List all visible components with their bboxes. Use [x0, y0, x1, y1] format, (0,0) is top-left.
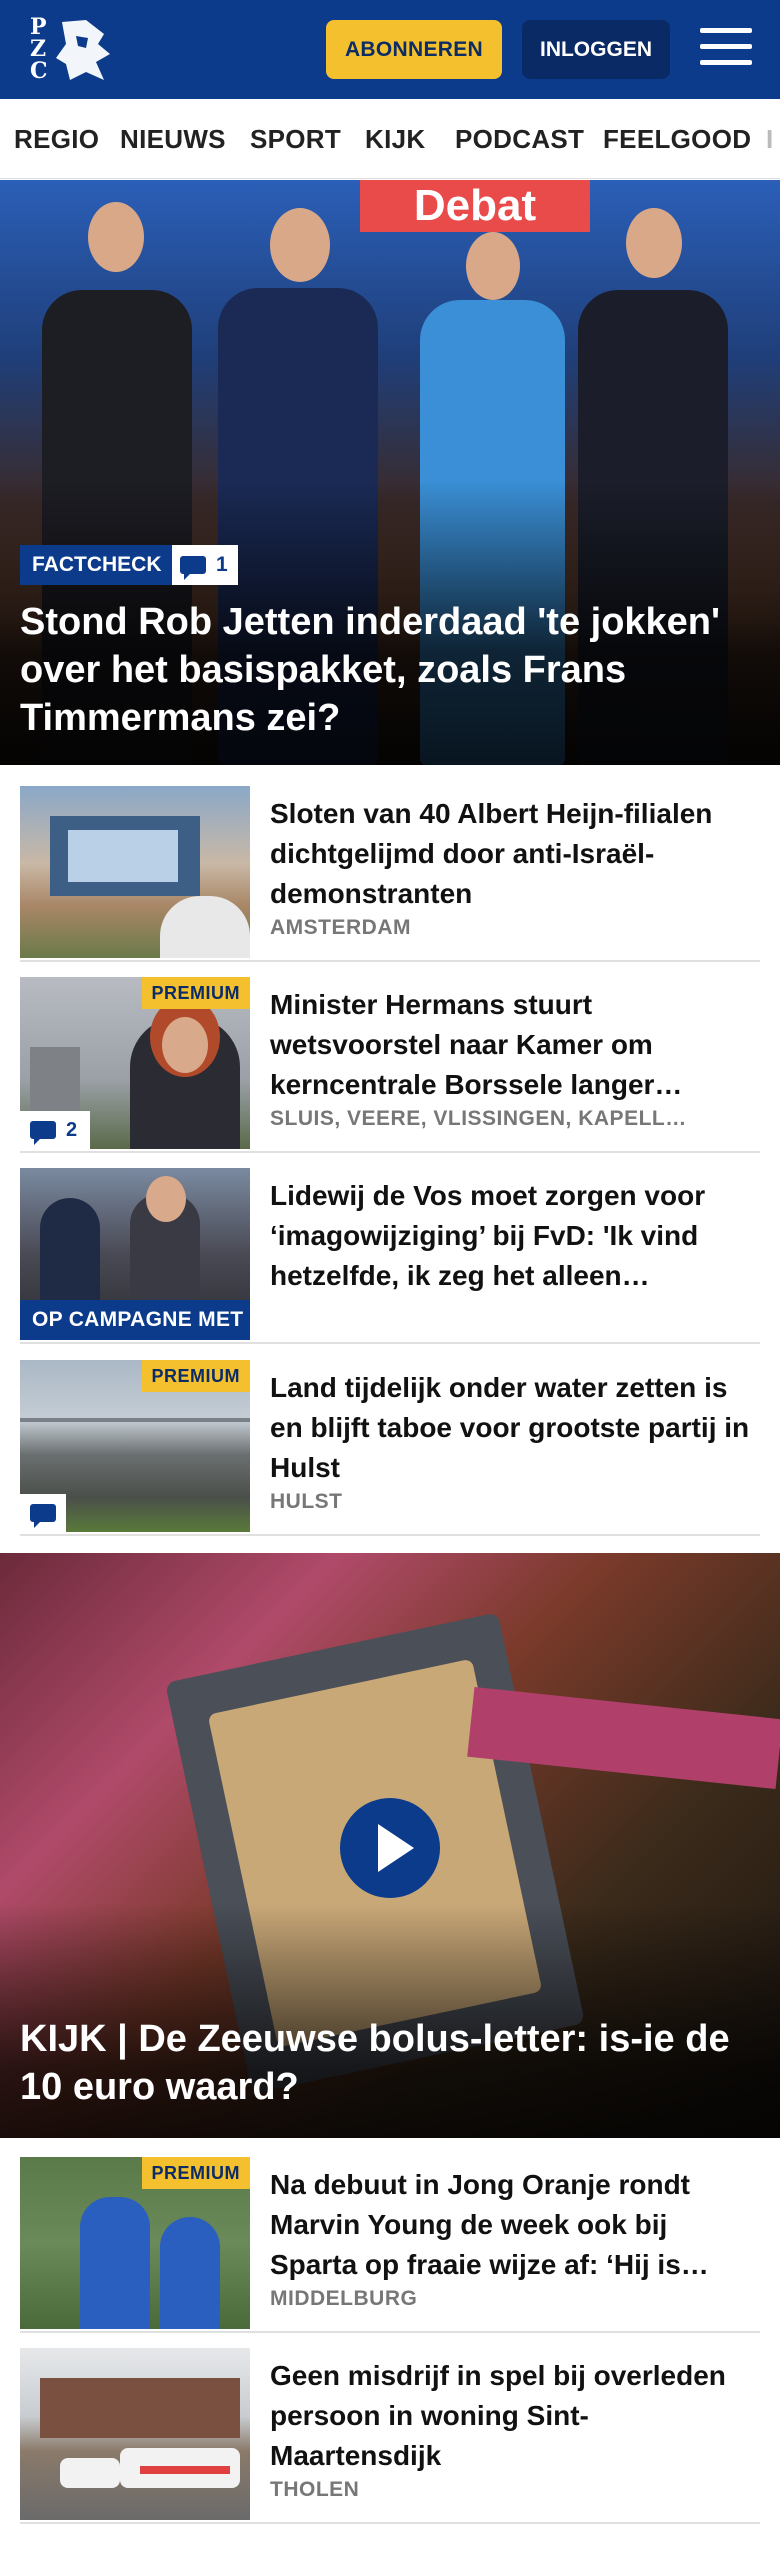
pzc-logo[interactable]: PZC — [26, 14, 116, 86]
comment-icon — [30, 1504, 56, 1528]
article-thumbnail — [20, 2348, 250, 2520]
hero-comment-count: 1 — [216, 553, 228, 576]
subscribe-button[interactable]: ABONNEREN — [326, 20, 502, 79]
article-thumbnail — [20, 786, 250, 958]
site-header: PZC ABONNEREN INLOGGEN — [0, 0, 780, 99]
hero-head-2 — [270, 208, 330, 282]
premium-badge: PREMIUM — [141, 977, 250, 1009]
nav-item-more[interactable]: I — [766, 99, 774, 178]
nav-item-sport[interactable]: SPORT — [250, 99, 341, 178]
list-item[interactable]: PREMIUM 2 Minister Hermans stuurt wetsvo… — [20, 977, 760, 1153]
article-title[interactable]: Lidewij de Vos moet zorgen voor ‘imagowi… — [270, 1176, 750, 1296]
list-item[interactable]: Sloten van 40 Albert Heijn-filialen dich… — [20, 786, 760, 962]
nav-item-kijk[interactable]: KIJK — [365, 99, 425, 178]
premium-badge: PREMIUM — [141, 1360, 250, 1392]
article-title[interactable]: Land tijdelijk onder water zetten is en … — [270, 1368, 750, 1488]
article-title[interactable]: Minister Hermans stuurt wetsvoorstel naa… — [270, 985, 750, 1105]
hero-head-4 — [626, 208, 682, 278]
video-article[interactable]: KIJK | De Zeeuwse bolus-letter: is-ie de… — [0, 1553, 780, 2138]
section-nav: REGIO NIEUWS SPORT KIJK PODCAST FEELGOOD… — [0, 99, 780, 179]
list-item[interactable]: OP CAMPAGNE MET Lidewij de Vos moet zorg… — [20, 1168, 760, 1344]
video-title[interactable]: KIJK | De Zeeuwse bolus-letter: is-ie de… — [20, 2015, 760, 2111]
logo-lion-icon — [56, 20, 110, 80]
campaign-label: OP CAMPAGNE MET — [20, 1300, 250, 1340]
hero-debat-banner: Debat — [360, 180, 590, 232]
factcheck-tag: FACTCHECK — [20, 545, 174, 585]
article-comment-count: 2 — [66, 1119, 78, 1141]
list-item[interactable]: PREMIUM Land tijdelijk onder water zette… — [20, 1360, 760, 1536]
article-location: THOLEN — [270, 2478, 360, 2501]
list-item[interactable]: PREMIUM Na debuut in Jong Oranje rondt M… — [20, 2157, 760, 2333]
premium-badge: PREMIUM — [141, 2157, 250, 2189]
nav-item-feelgood[interactable]: FEELGOOD — [603, 99, 751, 178]
hero-title[interactable]: Stond Rob Jetten inderdaad 'te jokken' o… — [20, 598, 750, 742]
article-thumbnail: PREMIUM — [20, 2157, 250, 2329]
article-comment-badge — [20, 1494, 66, 1532]
article-location: HULST — [270, 1490, 343, 1513]
nav-item-regio[interactable]: REGIO — [14, 99, 99, 178]
login-button[interactable]: INLOGGEN — [522, 20, 670, 79]
hero-head-3 — [466, 232, 520, 300]
hero-comment-badge: 1 — [172, 545, 238, 585]
list-item[interactable]: Geen misdrijf in spel bij overleden pers… — [20, 2348, 760, 2524]
article-thumbnail: OP CAMPAGNE MET — [20, 1168, 250, 1340]
article-thumbnail: PREMIUM — [20, 1360, 250, 1532]
article-location: SLUIS, VEERE, VLISSINGEN, KAPELL… — [270, 1107, 687, 1130]
article-location: MIDDELBURG — [270, 2287, 418, 2310]
hero-article[interactable]: Debat FACTCHECK 1 Stond Rob Jetten inder… — [0, 180, 780, 765]
article-title[interactable]: Geen misdrijf in spel bij overleden pers… — [270, 2356, 750, 2476]
article-title[interactable]: Sloten van 40 Albert Heijn-filialen dich… — [270, 794, 750, 914]
nav-item-podcast[interactable]: PODCAST — [455, 99, 584, 178]
article-title[interactable]: Na debuut in Jong Oranje rondt Marvin Yo… — [270, 2165, 750, 2285]
hero-head-1 — [88, 202, 144, 272]
hamburger-menu-icon[interactable] — [700, 24, 752, 70]
comment-icon — [30, 1121, 56, 1145]
article-thumbnail: PREMIUM 2 — [20, 977, 250, 1149]
comment-icon — [180, 556, 206, 580]
play-button-icon[interactable] — [340, 1798, 440, 1898]
nav-item-nieuws[interactable]: NIEUWS — [120, 99, 226, 178]
article-location: AMSTERDAM — [270, 916, 411, 939]
article-comment-badge: 2 — [20, 1111, 90, 1149]
